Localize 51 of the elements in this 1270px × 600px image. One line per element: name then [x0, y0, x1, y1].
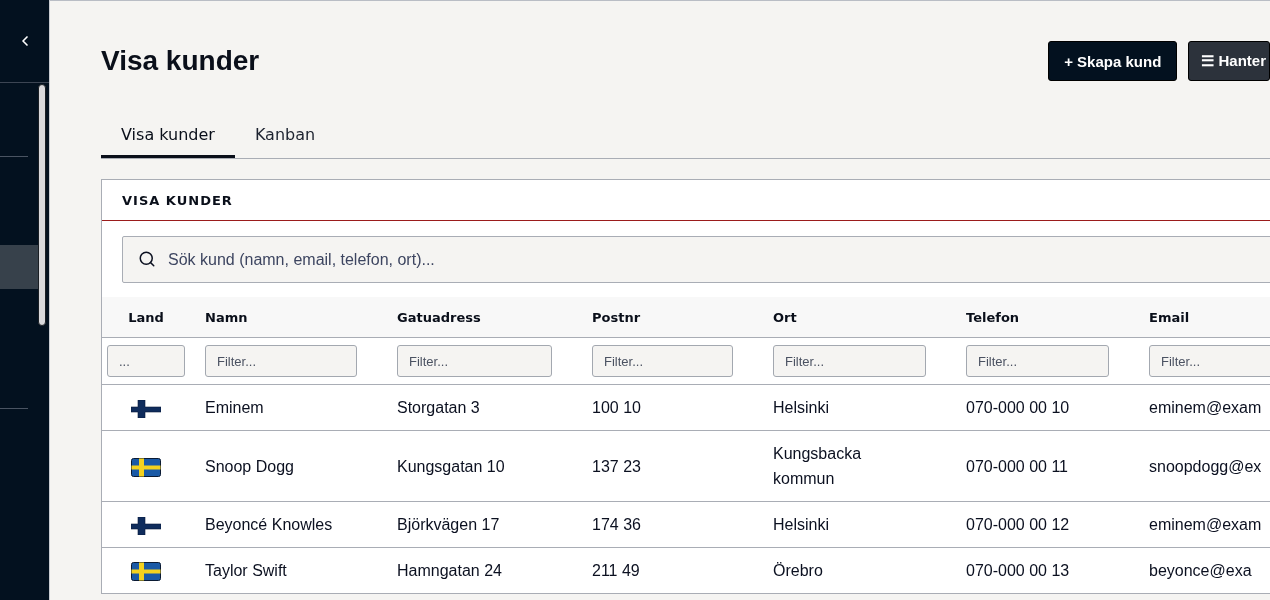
table-cell-text: Helsinki — [773, 398, 829, 418]
column-header: Namn — [195, 297, 387, 338]
column-header: Email — [1139, 297, 1270, 338]
table-cell-text: 070-000 00 13 — [966, 561, 1070, 581]
filter-field[interactable]: Filter... — [205, 345, 357, 377]
table-cell-text: beyonce@exa — [1149, 561, 1252, 581]
table-cell-text: 070-000 00 11 — [966, 456, 1068, 477]
swedish-flag-icon — [131, 457, 161, 477]
page-title: Visa kunder — [101, 45, 261, 77]
filter-field[interactable]: Filter... — [397, 345, 552, 377]
table-cell-text: eminem@exam — [1149, 398, 1262, 418]
table-cell-text: 070-000 00 12 — [966, 515, 1070, 535]
table-cell-text: Eminem — [205, 398, 264, 418]
table-cell-text: 211 49 — [592, 561, 640, 581]
table-cell-text: 070-000 00 10 — [966, 398, 1070, 418]
create-button[interactable]: + Skapa kund — [1048, 41, 1178, 81]
swedish-flag-icon — [131, 562, 161, 582]
table-cell-text: 100 10 — [592, 398, 641, 418]
filter-field[interactable]: Filter... — [773, 345, 926, 377]
table-cell-text: Hamngatan 24 — [397, 561, 502, 581]
table-cell-text: snoopdogg@ex — [1149, 456, 1262, 477]
filter-field[interactable]: ... — [107, 345, 185, 377]
search-field[interactable]: Sök kund (namn, email, telefon, ort)... — [122, 236, 1270, 283]
table-cell-text: Örebro — [773, 561, 823, 581]
manage-button[interactable]: ☰ Hanter — [1188, 41, 1270, 81]
column-header: Ort — [763, 297, 956, 338]
finnish-flag-icon — [131, 516, 161, 535]
filter-field[interactable]: Filter... — [1149, 345, 1270, 377]
table-cell-text: 137 23 — [592, 456, 641, 477]
search-icon — [138, 250, 156, 268]
table-cell-text: Taylor Swift — [205, 561, 287, 581]
card-title: VISA KUNDER — [122, 192, 233, 208]
table-cell-text: Storgatan 3 — [397, 398, 480, 418]
table-cell-text: eminem@exam — [1149, 515, 1262, 535]
table-cell-text: Kungsgatan 10 — [397, 456, 505, 477]
tab[interactable]: Visa kunder — [101, 110, 235, 158]
table-cell-text: Björkvägen 17 — [397, 515, 500, 535]
column-header: Land — [102, 297, 195, 338]
filter-field[interactable]: Filter... — [592, 345, 733, 377]
finnish-flag-icon — [131, 399, 161, 418]
tab[interactable]: Kanban — [234, 110, 336, 158]
table-cell-text: Snoop Dogg — [205, 456, 294, 477]
column-header: Telefon — [956, 297, 1139, 338]
table-cell-text: 174 36 — [592, 515, 641, 535]
table-cell-text: Helsinki — [773, 515, 829, 535]
scrollbar-thumb[interactable] — [38, 84, 46, 326]
column-header: Gatuadress — [387, 297, 582, 338]
column-header: Postnr — [582, 297, 763, 338]
table-cell-text: Kungsbacka kommun — [773, 444, 863, 489]
table-cell-text: Beyoncé Knowles — [205, 515, 333, 535]
filter-field[interactable]: Filter... — [966, 345, 1109, 377]
